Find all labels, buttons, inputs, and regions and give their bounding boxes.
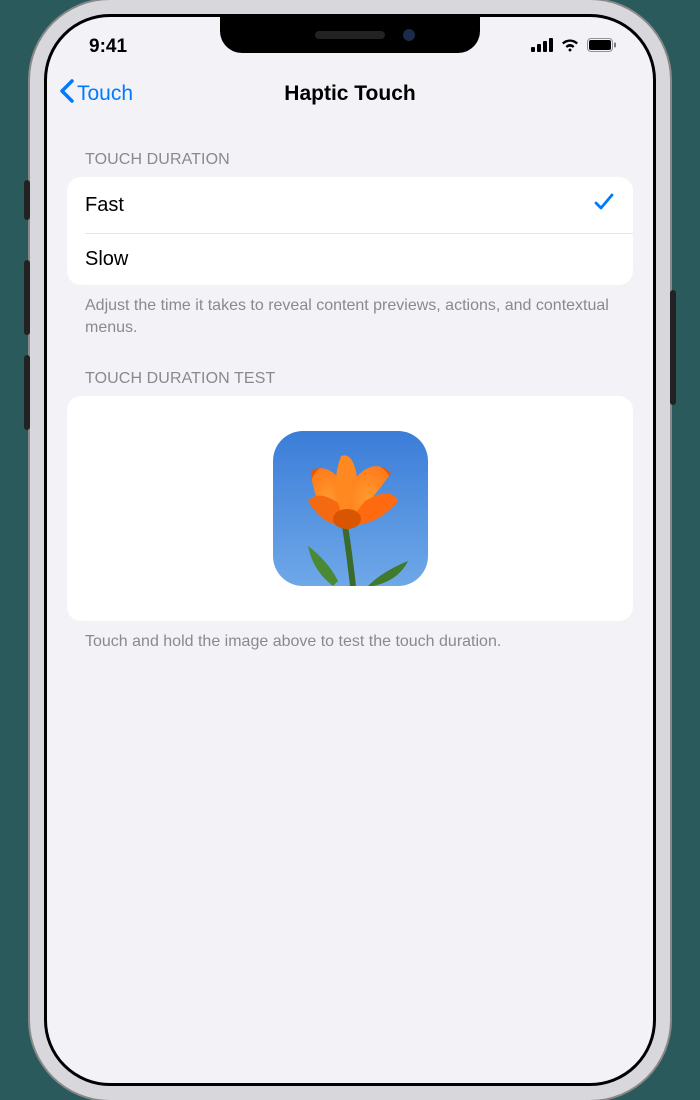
nav-bar: Touch Haptic Touch xyxy=(47,69,653,119)
battery-icon xyxy=(587,36,617,58)
option-slow[interactable]: Slow xyxy=(85,233,633,285)
speaker xyxy=(315,31,385,39)
touch-test-panel xyxy=(67,396,633,621)
back-label: Touch xyxy=(77,82,133,106)
wifi-icon xyxy=(560,36,580,58)
chevron-left-icon xyxy=(59,79,74,109)
volume-down-button xyxy=(24,355,30,430)
touch-duration-header: TOUCH DURATION xyxy=(67,119,633,177)
touch-duration-group: Fast Slow xyxy=(67,177,633,285)
phone-frame: 9:41 Touch Haptic Touch xyxy=(30,0,670,1100)
touch-duration-footer: Adjust the time it takes to reveal conte… xyxy=(67,285,633,338)
power-button xyxy=(670,290,676,405)
status-indicators xyxy=(531,36,617,58)
front-camera xyxy=(403,29,415,41)
option-label: Fast xyxy=(85,194,124,217)
cellular-icon xyxy=(531,36,553,58)
screen: 9:41 Touch Haptic Touch xyxy=(44,14,656,1086)
back-button[interactable]: Touch xyxy=(59,79,133,109)
test-image[interactable] xyxy=(273,431,428,586)
notch xyxy=(220,17,480,53)
touch-test-header: TOUCH DURATION TEST xyxy=(67,338,633,396)
status-time: 9:41 xyxy=(89,36,127,58)
mute-switch xyxy=(24,180,30,220)
page-title: Haptic Touch xyxy=(284,82,415,106)
volume-up-button xyxy=(24,260,30,335)
option-label: Slow xyxy=(85,248,128,271)
content: TOUCH DURATION Fast Slow Adjust the time… xyxy=(47,119,653,653)
option-fast[interactable]: Fast xyxy=(67,177,633,233)
checkmark-icon xyxy=(593,191,615,219)
touch-test-footer: Touch and hold the image above to test t… xyxy=(67,621,633,653)
